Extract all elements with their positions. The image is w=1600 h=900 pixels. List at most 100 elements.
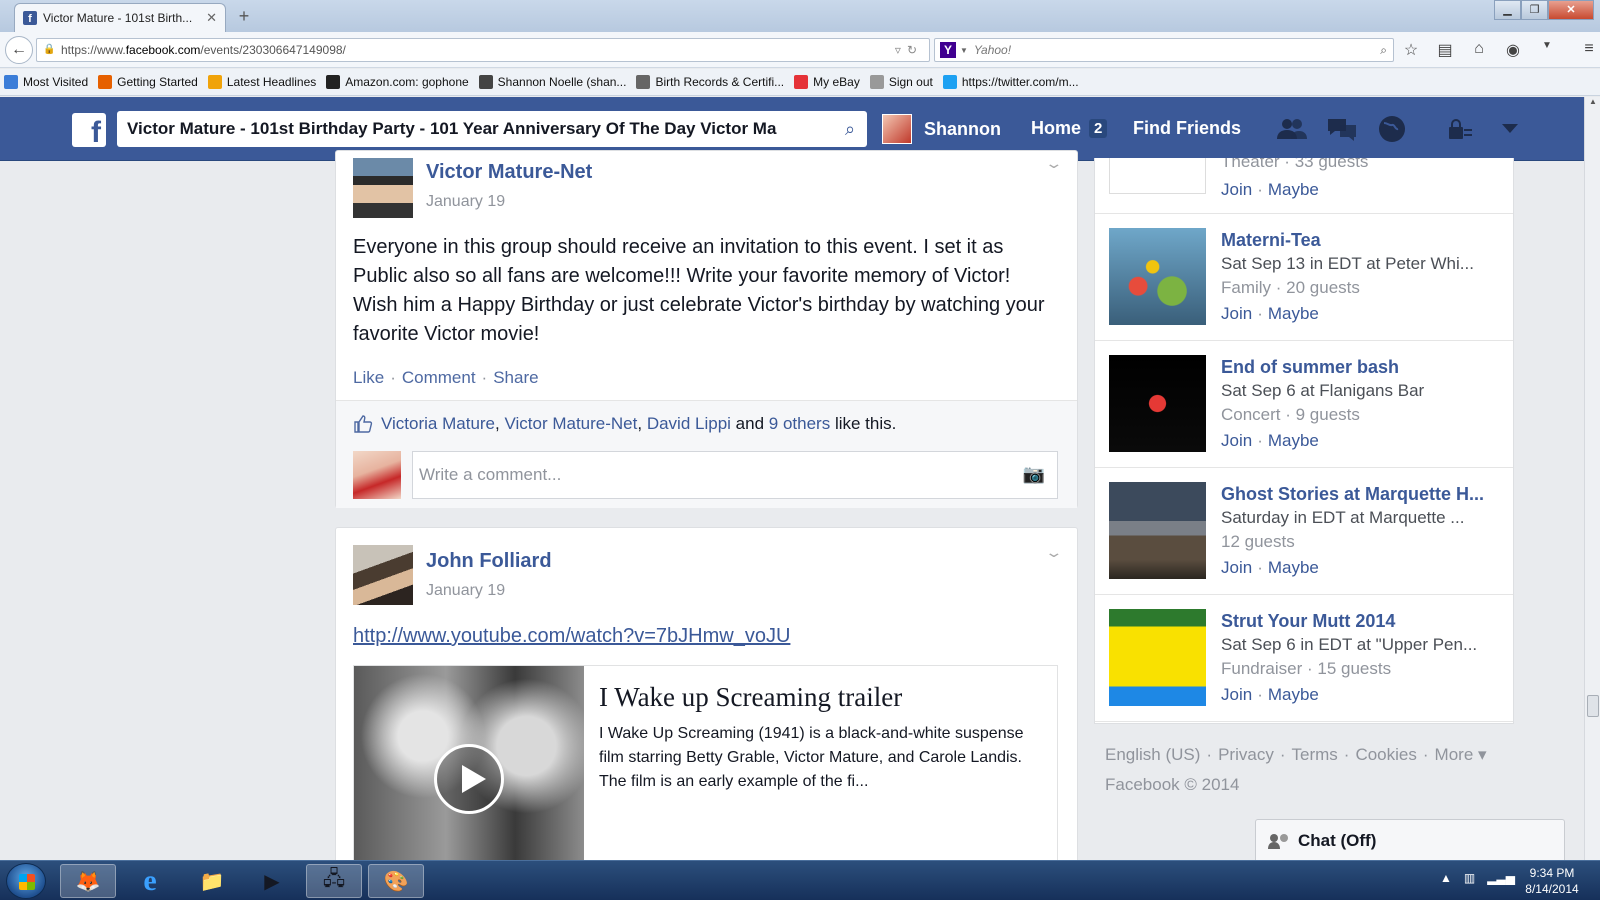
system-clock[interactable]: 9:34 PM 8/14/2014 <box>1512 865 1592 897</box>
comment-input[interactable]: Write a comment... 📷 <box>412 451 1058 499</box>
post-author[interactable]: Victor Mature-Net <box>426 161 592 184</box>
cookies-link[interactable]: Cookies <box>1355 745 1416 764</box>
notifications-globe-icon[interactable] <box>1376 115 1408 143</box>
maybe-link[interactable]: Maybe <box>1268 180 1319 199</box>
post-options-chevron-icon[interactable]: ⌄ <box>1044 544 1063 561</box>
maybe-link[interactable]: Maybe <box>1268 685 1319 704</box>
join-link[interactable]: Join <box>1221 180 1252 199</box>
profile-link[interactable]: Shannon <box>882 114 1001 144</box>
fb-search-input[interactable]: Victor Mature - 101st Birthday Party - 1… <box>117 111 867 147</box>
back-button[interactable]: ← <box>5 36 33 64</box>
bookmark-star-icon[interactable]: ☆ <box>1400 40 1422 60</box>
account-chevron-down-icon[interactable] <box>1494 115 1526 143</box>
tray-expand-icon[interactable]: ▲ <box>1440 871 1452 885</box>
more-link[interactable]: More ▾ <box>1435 745 1487 764</box>
bookmarks-list-icon[interactable]: ▤ <box>1434 40 1456 60</box>
search-icon[interactable]: ⌕ <box>833 119 867 140</box>
liker-link[interactable]: Victor Mature-Net <box>504 414 637 434</box>
event-title[interactable]: End of summer bash <box>1221 357 1399 378</box>
addon-icon[interactable]: ◉ <box>1502 40 1524 60</box>
media-player-icon[interactable]: ▶ <box>244 864 300 898</box>
join-link[interactable]: Join <box>1221 431 1252 450</box>
bookmark-item[interactable]: Most Visited <box>4 75 88 89</box>
event-image[interactable] <box>1109 228 1206 325</box>
join-link[interactable]: Join <box>1221 558 1252 577</box>
file-explorer-icon[interactable]: 📁 <box>184 864 240 898</box>
bookmark-item[interactable]: Shannon Noelle (shan... <box>478 75 626 89</box>
facebook-logo[interactable]: f <box>72 113 106 147</box>
post-date[interactable]: January 19 <box>426 193 505 211</box>
others-link[interactable]: 9 others <box>769 414 830 434</box>
new-tab-button[interactable]: + <box>234 6 254 26</box>
search-icon[interactable]: ⌕ <box>1380 43 1387 58</box>
video-thumbnail[interactable] <box>354 666 584 864</box>
find-friends-link[interactable]: Find Friends <box>1133 118 1241 139</box>
bookmark-item[interactable]: Sign out <box>869 75 933 89</box>
internet-explorer-icon[interactable]: e <box>122 864 178 898</box>
video-embed[interactable]: I Wake up Screaming trailer I Wake Up Sc… <box>353 665 1058 865</box>
video-title[interactable]: I Wake up Screaming trailer <box>599 682 902 713</box>
join-link[interactable]: Join <box>1221 685 1252 704</box>
join-link[interactable]: Join <box>1221 304 1252 323</box>
home-icon[interactable]: ⌂ <box>1468 40 1490 60</box>
messages-icon[interactable] <box>1326 115 1358 143</box>
reload-icon[interactable]: ▿↻ <box>895 43 923 57</box>
network-app-icon[interactable]: 🖧 <box>306 864 362 898</box>
event-image[interactable] <box>1109 158 1206 194</box>
language-link[interactable]: English (US) <box>1105 745 1200 764</box>
camera-icon[interactable]: 📷 <box>1023 464 1045 485</box>
bookmark-item[interactable]: Getting Started <box>98 75 198 89</box>
page-scrollbar[interactable]: ▲ <box>1584 97 1600 860</box>
play-icon[interactable] <box>434 744 504 814</box>
privacy-link[interactable]: Privacy <box>1218 745 1274 764</box>
maybe-link[interactable]: Maybe <box>1268 558 1319 577</box>
event-title[interactable]: Materni-Tea <box>1221 230 1321 251</box>
share-button[interactable]: Share <box>493 368 538 387</box>
bookmark-item[interactable]: https://twitter.com/m... <box>942 75 1079 89</box>
post-options-chevron-icon[interactable]: ⌄ <box>1044 155 1063 172</box>
author-avatar[interactable] <box>353 545 413 605</box>
liker-link[interactable]: Victoria Mature <box>381 414 495 434</box>
bookmark-item[interactable]: Amazon.com: gophone <box>326 75 469 89</box>
maybe-link[interactable]: Maybe <box>1268 304 1319 323</box>
close-window-button[interactable]: ✕ <box>1548 0 1594 20</box>
maybe-link[interactable]: Maybe <box>1268 431 1319 450</box>
event-title[interactable]: Ghost Stories at Marquette H... <box>1221 484 1484 505</box>
scrollbar-thumb[interactable] <box>1587 695 1599 717</box>
event-image[interactable] <box>1109 609 1206 706</box>
chevron-down-icon[interactable]: ▼ <box>960 46 968 55</box>
comment-button[interactable]: Comment <box>402 368 476 387</box>
firefox-taskbar-icon[interactable]: 🦊 <box>60 864 116 898</box>
post-author[interactable]: John Folliard <box>426 550 552 573</box>
search-bar[interactable]: Y ▼ Yahoo! ⌕ <box>934 38 1394 62</box>
menu-icon[interactable]: ≡ <box>1578 40 1600 60</box>
paint-app-icon[interactable]: 🎨 <box>368 864 424 898</box>
bookmark-item[interactable]: My eBay <box>794 75 860 89</box>
home-link[interactable]: Home 2 <box>1031 118 1108 139</box>
minimize-button[interactable]: ▁ <box>1494 0 1521 20</box>
event-title[interactable]: Strut Your Mutt 2014 <box>1221 611 1395 632</box>
close-tab-icon[interactable]: ✕ <box>206 10 217 26</box>
signal-icon[interactable]: ▂▃▅ <box>1487 871 1515 885</box>
page-icon <box>869 75 884 89</box>
start-button[interactable] <box>6 863 46 899</box>
event-image[interactable] <box>1109 355 1206 452</box>
maximize-button[interactable]: ❐ <box>1521 0 1548 20</box>
network-icon[interactable]: ▥ <box>1464 871 1475 885</box>
liker-link[interactable]: David Lippi <box>647 414 731 434</box>
bookmark-item[interactable]: Birth Records & Certifi... <box>636 75 784 89</box>
youtube-link[interactable]: http://www.youtube.com/watch?v=7bJHmw_vo… <box>353 625 790 648</box>
post-date[interactable]: January 19 <box>426 582 505 600</box>
event-image[interactable] <box>1109 482 1206 579</box>
privacy-shortcuts-icon[interactable] <box>1444 115 1476 143</box>
terms-link[interactable]: Terms <box>1292 745 1338 764</box>
like-button[interactable]: Like <box>353 368 384 387</box>
chevron-down-icon[interactable]: ▼ <box>1536 40 1558 60</box>
chat-bar[interactable]: Chat (Off) <box>1255 819 1565 861</box>
scroll-up-icon[interactable]: ▲ <box>1585 97 1600 111</box>
friend-requests-icon[interactable] <box>1276 115 1308 143</box>
browser-tab[interactable]: f Victor Mature - 101st Birth... ✕ <box>14 3 226 32</box>
address-bar[interactable]: 🔒 https://www.facebook.com/events/230306… <box>36 38 930 62</box>
bookmark-item[interactable]: Latest Headlines <box>207 75 316 89</box>
author-avatar[interactable] <box>353 158 413 218</box>
